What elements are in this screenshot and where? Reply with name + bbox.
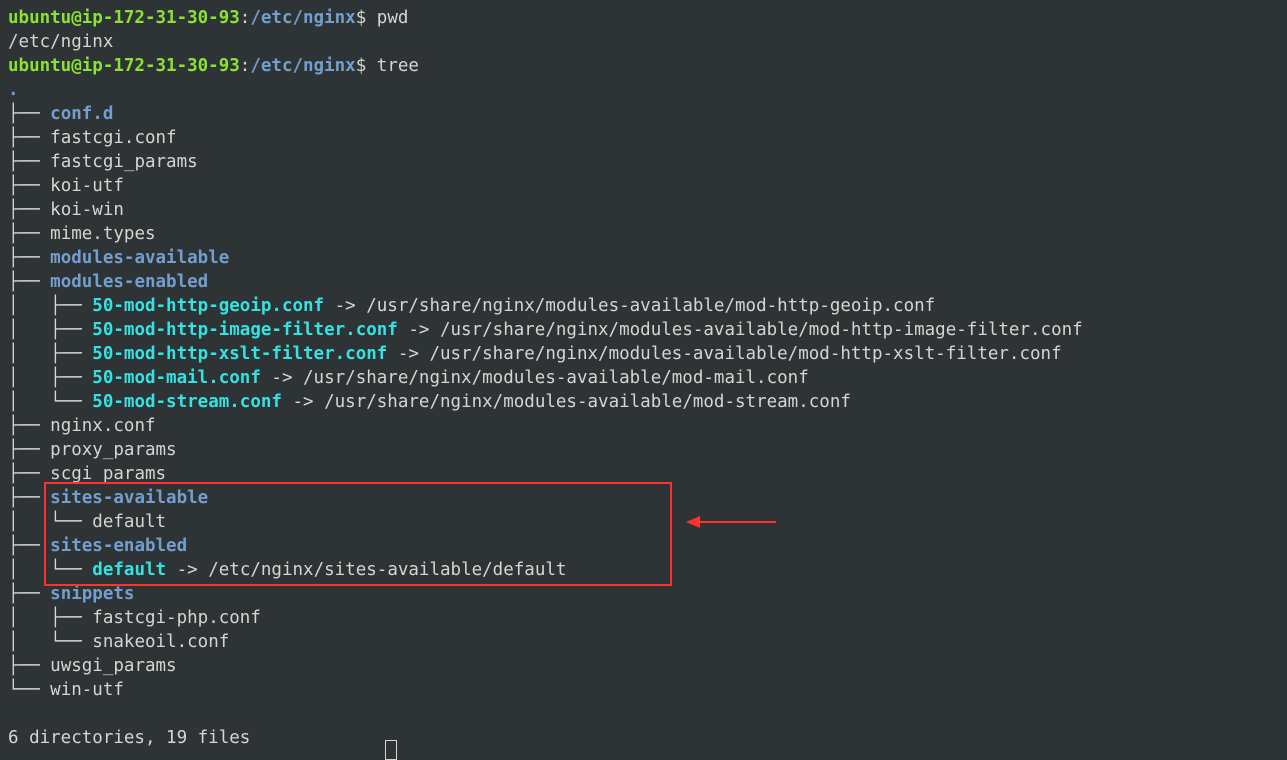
tree-summary: 6 directories, 19 files bbox=[8, 728, 250, 748]
tree-branch: │ └── bbox=[8, 512, 92, 532]
tree-branch: ├── bbox=[8, 536, 50, 556]
tree-branch: ├── bbox=[8, 584, 50, 604]
tree-branch: └── bbox=[8, 680, 50, 700]
tree-branch: ├── bbox=[8, 464, 50, 484]
tree-entry: koi-win bbox=[50, 200, 124, 220]
tree-entry: 50-mod-stream.conf bbox=[92, 392, 282, 412]
prompt-sep1: : bbox=[240, 8, 251, 28]
tree-entry: default bbox=[92, 560, 166, 580]
prompt-sep2: $ bbox=[356, 56, 377, 76]
tree-root: . bbox=[8, 80, 19, 100]
tree-branch: │ ├── bbox=[8, 320, 92, 340]
command-tree: tree bbox=[377, 56, 419, 76]
tree-branch: ├── bbox=[8, 104, 50, 124]
tree-entry: modules-enabled bbox=[50, 272, 208, 292]
tree-entry: fastcgi-php.conf bbox=[92, 608, 261, 628]
command-pwd: pwd bbox=[377, 8, 409, 28]
prompt-user: ubuntu@ip-172-31-30-93 bbox=[8, 56, 240, 76]
tree-entry: koi-utf bbox=[50, 176, 124, 196]
prompt-sep2: $ bbox=[356, 8, 377, 28]
tree-entry: fastcgi.conf bbox=[50, 128, 176, 148]
tree-branch: │ ├── bbox=[8, 368, 92, 388]
tree-entry: conf.d bbox=[50, 104, 113, 124]
tree-branch: ├── bbox=[8, 440, 50, 460]
tree-branch: │ ├── bbox=[8, 608, 92, 628]
symlink-target: -> /etc/nginx/sites-available/default bbox=[166, 560, 566, 580]
tree-entry: proxy_params bbox=[50, 440, 176, 460]
prompt-path: /etc/nginx bbox=[250, 8, 355, 28]
prompt-line-2: ubuntu@ip-172-31-30-93:/etc/nginx$ tree bbox=[8, 56, 419, 76]
tree-entry: nginx.conf bbox=[50, 416, 155, 436]
tree-branch: ├── bbox=[8, 488, 50, 508]
prompt-line-1: ubuntu@ip-172-31-30-93:/etc/nginx$ pwd bbox=[8, 8, 408, 28]
tree-entry: 50-mod-http-xslt-filter.conf bbox=[92, 344, 387, 364]
tree-branch: ├── bbox=[8, 128, 50, 148]
tree-branch: ├── bbox=[8, 200, 50, 220]
symlink-target: -> /usr/share/nginx/modules-available/mo… bbox=[387, 344, 1061, 364]
tree-branch: ├── bbox=[8, 656, 50, 676]
symlink-target: -> /usr/share/nginx/modules-available/mo… bbox=[324, 296, 935, 316]
tree-entry: win-utf bbox=[50, 680, 124, 700]
prompt-sep1: : bbox=[240, 56, 251, 76]
tree-entry: snakeoil.conf bbox=[92, 632, 229, 652]
tree-branch: ├── bbox=[8, 272, 50, 292]
tree-branch: ├── bbox=[8, 248, 50, 268]
prompt-path: /etc/nginx bbox=[250, 56, 355, 76]
tree-entry: scgi_params bbox=[50, 464, 166, 484]
terminal-output[interactable]: ubuntu@ip-172-31-30-93:/etc/nginx$ pwd /… bbox=[0, 0, 1287, 750]
tree-entry: snippets bbox=[50, 584, 134, 604]
symlink-target: -> /usr/share/nginx/modules-available/mo… bbox=[282, 392, 851, 412]
tree-branch: ├── bbox=[8, 224, 50, 244]
tree-branch: │ ├── bbox=[8, 344, 92, 364]
prompt-user: ubuntu@ip-172-31-30-93 bbox=[8, 8, 240, 28]
symlink-target: -> /usr/share/nginx/modules-available/mo… bbox=[398, 320, 1083, 340]
tree-entry: uwsgi_params bbox=[50, 656, 176, 676]
tree-branch: ├── bbox=[8, 176, 50, 196]
text-cursor bbox=[385, 740, 397, 760]
tree-entry: 50-mod-mail.conf bbox=[92, 368, 261, 388]
tree-entry: 50-mod-http-image-filter.conf bbox=[92, 320, 398, 340]
tree-entry: 50-mod-http-geoip.conf bbox=[92, 296, 324, 316]
tree-entry: modules-available bbox=[50, 248, 229, 268]
tree-branch: │ ├── bbox=[8, 296, 92, 316]
tree-entry: sites-available bbox=[50, 488, 208, 508]
tree-entry: sites-enabled bbox=[50, 536, 187, 556]
tree-entry: fastcgi_params bbox=[50, 152, 198, 172]
tree-branch: ├── bbox=[8, 416, 50, 436]
tree-entry: mime.types bbox=[50, 224, 155, 244]
tree-branch: │ └── bbox=[8, 632, 92, 652]
tree-branch: │ └── bbox=[8, 392, 92, 412]
tree-branch: │ └── bbox=[8, 560, 92, 580]
symlink-target: -> /usr/share/nginx/modules-available/mo… bbox=[261, 368, 809, 388]
tree-branch: ├── bbox=[8, 152, 50, 172]
tree-entry: default bbox=[92, 512, 166, 532]
pwd-output: /etc/nginx bbox=[8, 32, 113, 52]
